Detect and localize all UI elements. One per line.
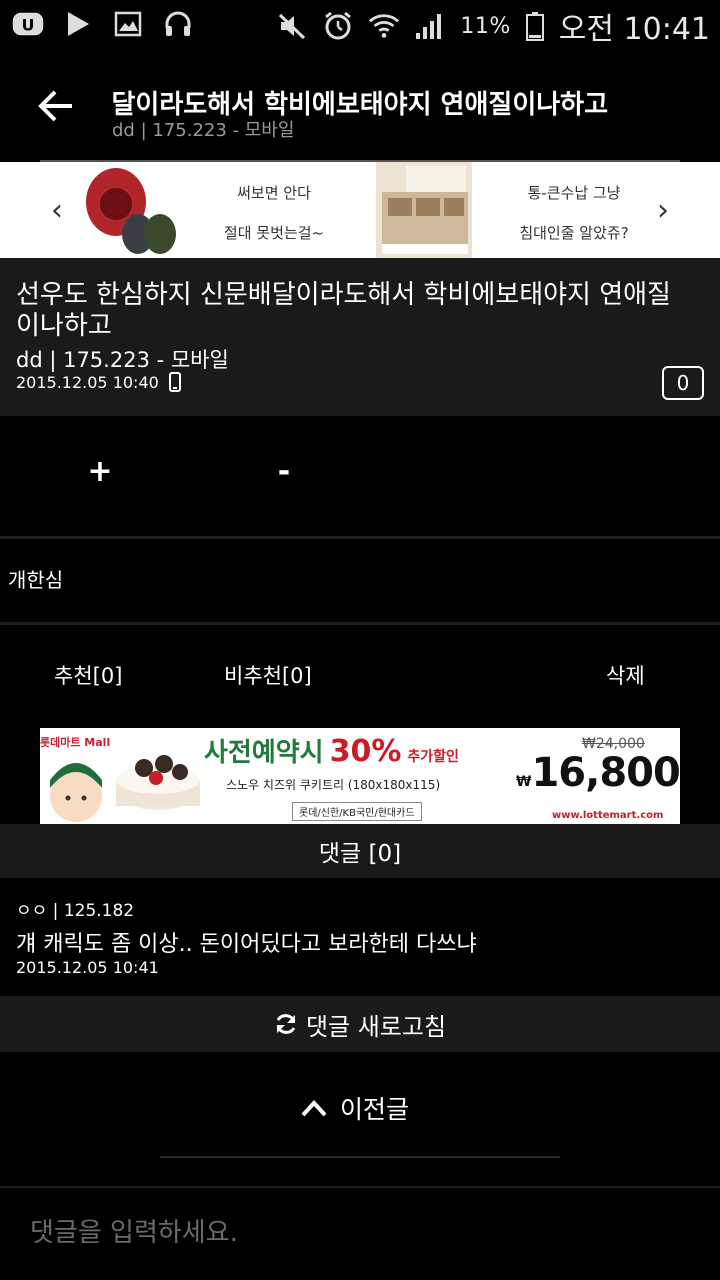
battery-percent: 11% [460, 13, 511, 39]
prev-post-section: 이전글 [0, 1052, 720, 1182]
status-left-icons: U [12, 8, 194, 40]
ad-item1-line1: 써보면 안다 [237, 184, 311, 202]
ad-price: 16,800 [531, 750, 680, 796]
vote-plus-button[interactable]: + [84, 454, 116, 494]
ad-item2-line2: 침대인줄 알았쥬? [519, 224, 629, 242]
chevron-up-icon [301, 1100, 327, 1117]
status-right-icons: 11% 오전 10:41 [276, 4, 710, 48]
comment-text: 걔 캐릭도 좀 이상.. 돈이어딨다고 보라한테 다쓰냐 [16, 932, 477, 957]
ad-item2-line1: 통-큰수납 그냥 [527, 184, 621, 202]
app-bar: 선우도 한심하지 신문배달이라도해서 학비에보태야지 연애질이나하고 dd | … [0, 48, 720, 162]
ad-headline: 사전예약시 30% 추가할인 [204, 732, 459, 769]
back-button[interactable] [28, 78, 84, 134]
comment-item[interactable]: ㅇㅇ | 125.182 걔 캐릭도 좀 이상.. 돈이어딨다고 보라한테 다쓰… [0, 880, 720, 994]
wifi-icon [368, 10, 400, 42]
prev-divider [160, 1156, 560, 1158]
post-actions: 추천[0] 비추천[0] 삭제 [0, 626, 720, 728]
back-arrow-icon [38, 90, 72, 122]
refresh-icon [276, 1014, 296, 1034]
image-icon [112, 8, 144, 40]
alarm-icon [322, 10, 354, 42]
status-time: 오전 10:41 [558, 12, 710, 47]
mid-ad-banner[interactable]: 롯데마트 Mall 사전예약시 30% 추가할인 스노우 치즈위 쿠키트리 (1… [40, 728, 680, 824]
battery-icon [525, 10, 545, 42]
comment-input-bar [0, 1186, 720, 1280]
post-body: 개한심 [8, 568, 64, 592]
ad-price-row: ₩ 16,800 [516, 750, 680, 796]
top-ad-banner[interactable]: ‹ 써보면 안다 절대 못벗는걸~ 통-큰수납 그냥 침대인줄 알았쥬? › [0, 162, 720, 258]
post-date: 2015.12.05 10:40 [16, 372, 159, 392]
ad-product: 스노우 치즈위 쿠키트리 (180x180x115) [226, 778, 441, 792]
refresh-label: 댓글 새로고침 [305, 1012, 447, 1041]
app-u-icon: U [12, 8, 44, 40]
headset-icon [162, 8, 194, 40]
vote-area: + - [0, 416, 720, 536]
ad-hood-image[interactable] [78, 162, 178, 258]
ad-item1-line2: 절대 못벗는걸~ [223, 224, 325, 242]
status-bar: U 11% 오전 10:41 [0, 0, 720, 48]
comment-count-badge: 0 [662, 366, 704, 400]
play-store-icon [62, 8, 94, 40]
ad-discount-suffix: 추가할인 [407, 749, 459, 765]
ad-price-symbol: ₩ [516, 774, 532, 790]
ad-discount: 30% [329, 734, 402, 769]
refresh-comments-button[interactable]: 댓글 새로고침 [0, 996, 720, 1052]
prev-post-button[interactable]: 이전글 [300, 1090, 409, 1126]
app-bar-subtitle: dd | 175.223 - 모바일 [112, 120, 295, 141]
recommend-button[interactable]: 추천[0] [54, 660, 122, 690]
divider [0, 536, 720, 539]
ad-cards: 롯데/신한/KB국민/현대카드 [292, 802, 422, 821]
mobile-icon [168, 372, 181, 392]
post-author: dd | 175.223 - 모바일 [16, 348, 229, 372]
chevron-right-icon[interactable]: › [648, 192, 678, 228]
chevron-left-icon[interactable]: ‹ [42, 192, 72, 228]
ad-url: www.lottemart.com [552, 810, 664, 821]
comments-header: 댓글 [0] [0, 824, 720, 878]
post-date-row: 2015.12.05 10:40 [16, 372, 181, 392]
comment-author: ㅇㅇ | 125.182 [16, 901, 135, 921]
comment-input[interactable] [30, 1210, 690, 1256]
ad-headline-text: 사전예약시 [204, 738, 324, 768]
ad-bed-image[interactable] [376, 162, 472, 258]
mute-icon [276, 10, 308, 42]
delete-button[interactable]: 삭제 [606, 660, 645, 690]
not-recommend-button[interactable]: 비추천[0] [224, 660, 312, 690]
divider [0, 622, 720, 625]
vote-minus-button[interactable]: - [268, 454, 300, 494]
post-header: 선우도 한심하지 신문배달이라도해서 학비에보태야지 연애질이나하고 dd | … [0, 258, 720, 416]
svg-text:U: U [22, 15, 35, 34]
prev-post-label: 이전글 [340, 1095, 410, 1124]
comment-date: 2015.12.05 10:41 [16, 958, 159, 977]
post-title: 선우도 한심하지 신문배달이라도해서 학비에보태야지 연애질이나하고 [16, 280, 671, 341]
signal-icon [414, 10, 446, 42]
ad-brand: 롯데마트 Mall [40, 734, 111, 750]
